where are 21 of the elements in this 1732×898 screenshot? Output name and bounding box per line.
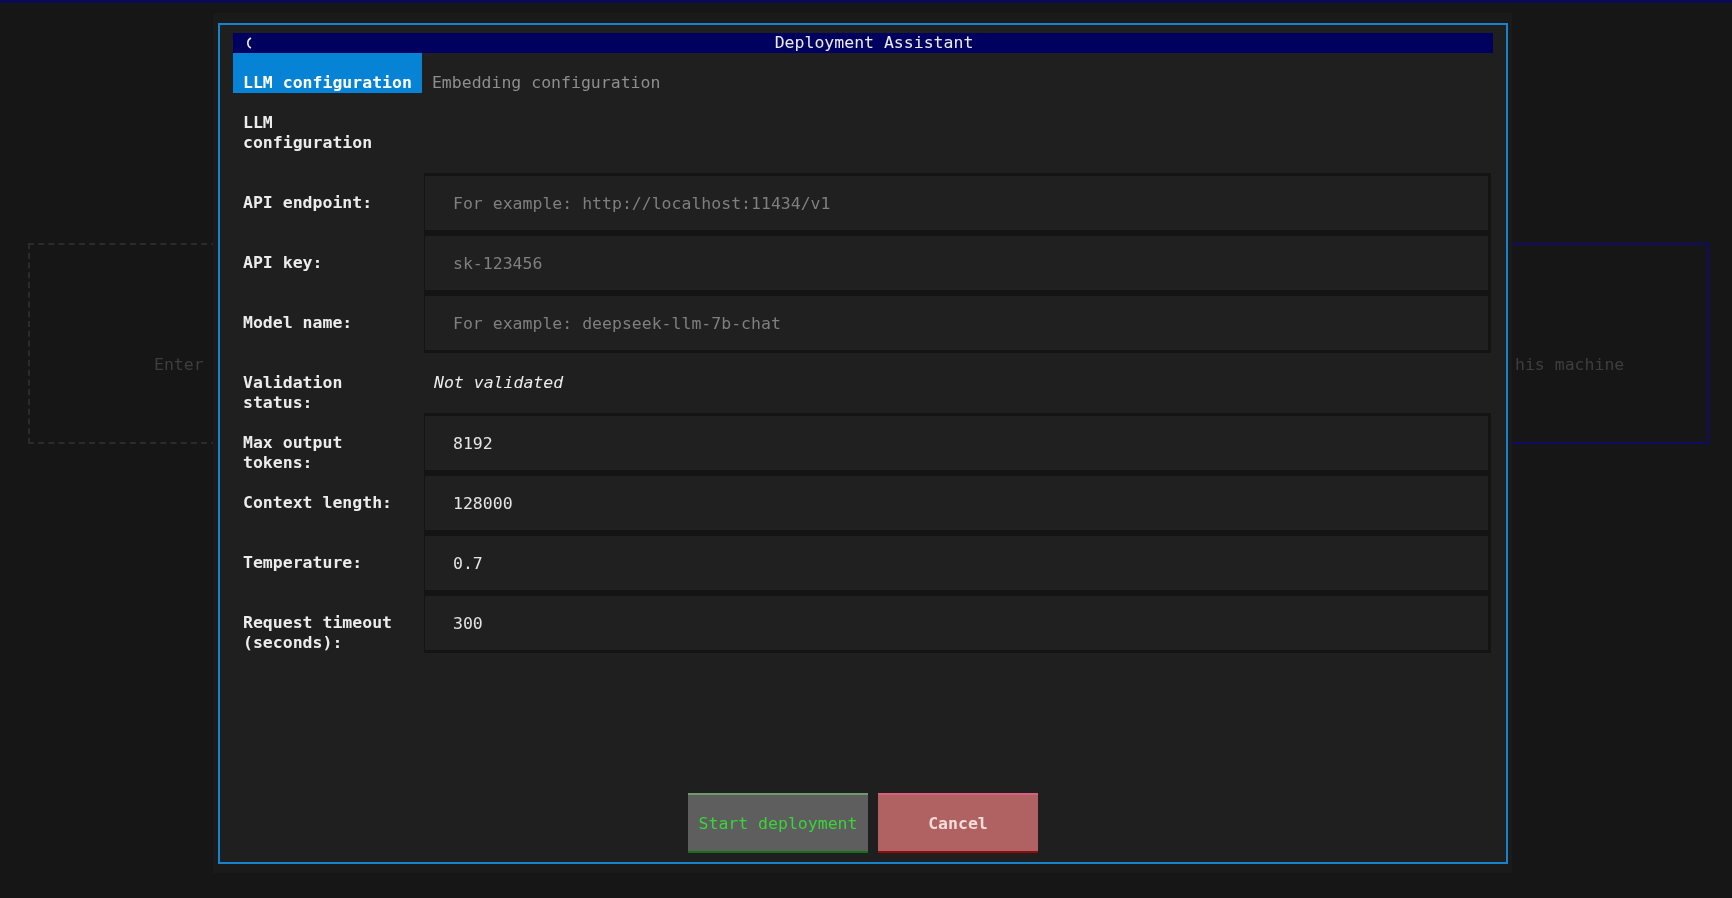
field-label: Validation status: (242, 372, 344, 413)
field-label: Temperature: (242, 552, 364, 574)
spinner-icon (244, 37, 252, 49)
field-label: API endpoint: (242, 192, 374, 214)
status-text: Not validated (433, 372, 564, 394)
field-label: Model name: (242, 312, 354, 334)
input-field[interactable]: sk-123456 (424, 233, 1491, 293)
input-field[interactable]: 0.7 (424, 533, 1491, 593)
dialog-title: Deployment Assistant (774, 33, 974, 53)
field-label: Context length: (242, 492, 393, 514)
section-heading: LLM configuration (242, 112, 374, 154)
input-field[interactable]: 300 (424, 593, 1491, 653)
input-field[interactable]: 128000 (424, 473, 1491, 533)
input-field[interactable]: For example: http://localhost:11434/v1 (424, 173, 1491, 233)
input-field[interactable]: For example: deepseek-llm-7b-chat (424, 293, 1491, 353)
field-label: API key: (242, 252, 324, 274)
field-label: Max output tokens: (242, 432, 344, 473)
field-label: Request timeout (seconds): (242, 612, 393, 653)
tab[interactable]: LLM configuration (233, 53, 422, 93)
input-field[interactable]: 8192 (424, 413, 1491, 473)
tab[interactable]: Embedding configuration (421, 53, 671, 93)
